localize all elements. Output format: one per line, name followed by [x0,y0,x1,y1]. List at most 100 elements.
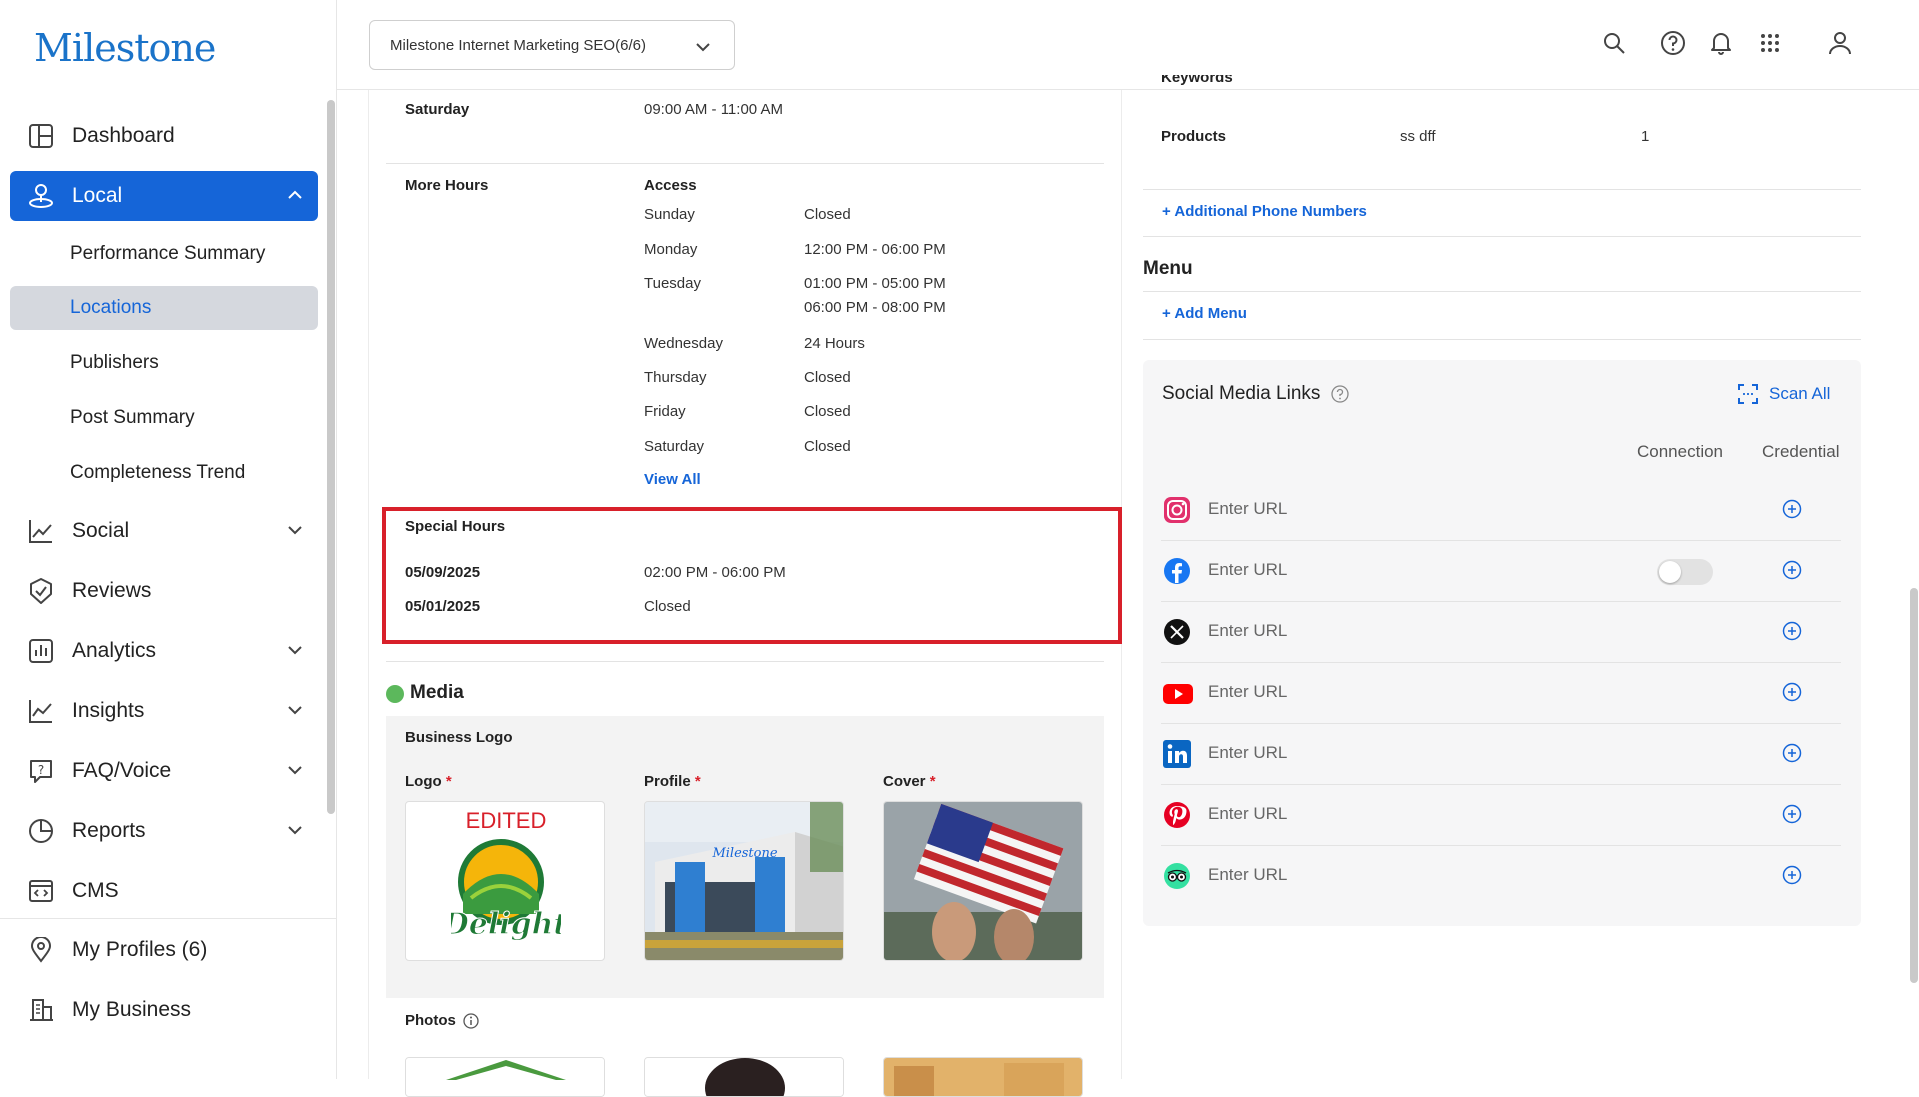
x-url-input[interactable]: Enter URL [1208,621,1287,641]
sub-performance-summary[interactable]: Performance Summary [10,232,318,276]
media-status-dot [386,685,404,703]
nav-my-profiles[interactable]: My Profiles (6) [10,925,318,975]
saturday-hours: 09:00 AM - 11:00 AM [644,101,783,118]
chevron-down-icon [286,701,304,725]
nav-my-business[interactable]: My Business [10,985,318,1035]
sidebar: Milestone Dashboard Local Performance Su… [0,0,337,1079]
main-scrollbar[interactable] [1910,588,1918,983]
nav-insights[interactable]: Insights [10,686,318,736]
sub-post-summary[interactable]: Post Summary [10,396,318,440]
scan-all-label: Scan All [1769,384,1831,403]
help-icon[interactable] [1658,28,1688,58]
add-credential-icon[interactable] [1782,804,1802,824]
photo-thumbnail[interactable] [644,1057,844,1097]
photo-thumbnail[interactable] [883,1057,1083,1097]
scan-icon [1737,383,1759,405]
divider [1143,291,1861,292]
plus-icon: + [1162,305,1171,322]
chevron-up-icon [286,186,304,210]
add-menu-link[interactable]: + Add Menu [1162,305,1247,322]
nav-reports[interactable]: Reports [10,806,318,856]
divider [386,163,1104,164]
help-icon[interactable] [1331,385,1349,408]
sidebar-scrollbar[interactable] [327,100,335,814]
social-row-x: Enter URL [1161,602,1841,663]
nav-dashboard-label: Dashboard [72,124,175,147]
profile-image-card[interactable]: Milestone [644,801,844,961]
pinterest-url-input[interactable]: Enter URL [1208,804,1287,824]
photo-portrait-image [645,1058,843,1096]
add-credential-icon[interactable] [1782,865,1802,885]
photo-room-image [884,1058,1082,1096]
nav-cms-label: CMS [72,879,119,902]
required-mark: * [445,773,452,790]
info-icon[interactable] [463,1013,479,1034]
user-icon[interactable] [1825,28,1855,58]
cms-code-icon [26,876,56,906]
delight-logo-text: Delight [451,907,561,942]
access-day: Thursday [644,369,707,386]
linkedin-url-input[interactable]: Enter URL [1208,743,1287,763]
delight-logo-image: Delight [451,839,561,943]
nav-local[interactable]: Local [10,171,318,221]
nav-local-label: Local [72,184,123,207]
add-menu-label: Add Menu [1174,305,1247,322]
bell-icon[interactable] [1706,28,1736,58]
social-links-title: Social Media Links [1162,383,1321,404]
sub-publishers[interactable]: Publishers [10,341,318,385]
access-hours: Closed [804,403,851,420]
instagram-url-input[interactable]: Enter URL [1208,499,1287,519]
access-hours: 24 Hours [804,335,865,352]
youtube-url-input[interactable]: Enter URL [1208,682,1287,702]
cover-image-card[interactable] [883,801,1083,961]
required-mark: * [929,773,936,790]
top-bar: Milestone Internet Marketing SEO(6/6) [337,0,1919,90]
apps-grid-icon[interactable] [1755,28,1785,58]
nav-my-profiles-label: My Profiles (6) [72,938,208,961]
view-all-link[interactable]: View All [644,471,701,488]
account-select[interactable]: Milestone Internet Marketing SEO(6/6) [369,20,735,70]
facebook-connection-toggle[interactable] [1657,559,1713,585]
analytics-bar-icon [26,636,56,666]
search-icon[interactable] [1599,28,1629,58]
building-icon [26,995,56,1025]
nav-cms[interactable]: CMS [10,866,318,916]
add-credential-icon[interactable] [1782,743,1802,763]
nav-analytics[interactable]: Analytics [10,626,318,676]
scan-all-button[interactable]: Scan All [1737,383,1830,405]
nav-social[interactable]: Social [10,506,318,556]
nav-faq-voice[interactable]: ? FAQ/Voice [10,746,318,796]
required-mark: * [694,773,701,790]
nav-analytics-label: Analytics [72,639,157,662]
menu-title: Menu [1143,258,1193,279]
sub-completeness-trend[interactable]: Completeness Trend [10,451,318,495]
access-hours-second: 06:00 PM - 08:00 PM [804,299,946,316]
logo-image-card[interactable]: EDITED Delight [405,801,605,961]
nav-social-label: Social [72,519,130,542]
nav-reviews[interactable]: Reviews [10,566,318,616]
milestone-logo[interactable]: Milestone [34,26,216,70]
chevron-down-icon [286,641,304,665]
access-day: Tuesday [644,275,701,292]
location-pin-icon [26,935,56,965]
add-credential-icon[interactable] [1782,682,1802,702]
svg-text:?: ? [38,763,44,777]
divider [1143,236,1861,237]
special-date: 05/01/2025 [405,598,481,615]
add-credential-icon[interactable] [1782,499,1802,519]
add-credential-icon[interactable] [1782,560,1802,580]
photo-thumbnail[interactable] [405,1057,605,1097]
cover-label: Cover * [883,773,936,790]
instagram-icon [1163,496,1191,524]
nav-dashboard[interactable]: Dashboard [10,111,318,161]
tripadvisor-url-input[interactable]: Enter URL [1208,865,1287,885]
add-phone-link[interactable]: + Additional Phone Numbers [1162,203,1367,220]
nav-my-business-label: My Business [72,998,192,1021]
sub-locations[interactable]: Locations [10,286,318,330]
keywords-label-clipped: Keywords [1161,75,1233,86]
logo-label: Logo * [405,773,452,790]
add-credential-icon[interactable] [1782,621,1802,641]
facebook-url-input[interactable]: Enter URL [1208,560,1287,580]
access-hours: Closed [804,206,851,223]
reports-pie-icon [26,816,56,846]
